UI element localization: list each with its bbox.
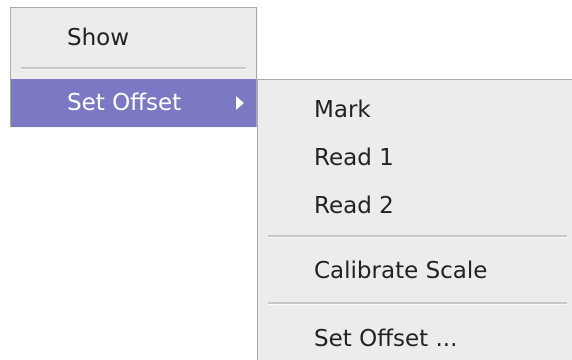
menu-item-label: Calibrate Scale — [314, 258, 488, 284]
menu-item-label: Set Offset — [67, 90, 182, 116]
set-offset-submenu: Mark Read 1 Read 2 Calibrate Scale Set O… — [257, 79, 572, 360]
menu-item-set-offset[interactable]: Set Offset — [11, 79, 256, 127]
menu-item-label: Read 2 — [314, 193, 394, 219]
submenu-item-read-2[interactable]: Read 2 — [258, 182, 572, 230]
submenu-item-read-1[interactable]: Read 1 — [258, 134, 572, 182]
menu-separator — [268, 235, 567, 238]
submenu-item-calibrate-scale[interactable]: Calibrate Scale — [258, 247, 572, 295]
menu-item-show[interactable]: Show — [11, 14, 256, 62]
screen: Show Set Offset Mark Read 1 Read 2 Calib… — [0, 0, 572, 360]
menu-separator — [21, 67, 246, 70]
menu-item-label: Mark — [314, 97, 371, 123]
caret-right-icon — [236, 96, 244, 110]
context-menu: Show Set Offset — [10, 7, 257, 127]
menu-separator — [268, 302, 567, 305]
menu-item-label: Read 1 — [314, 145, 394, 171]
submenu-item-set-offset-dialog[interactable]: Set Offset ... — [258, 315, 572, 360]
submenu-item-mark[interactable]: Mark — [258, 86, 572, 134]
menu-item-label: Show — [67, 25, 130, 51]
menu-item-label: Set Offset ... — [314, 326, 458, 352]
